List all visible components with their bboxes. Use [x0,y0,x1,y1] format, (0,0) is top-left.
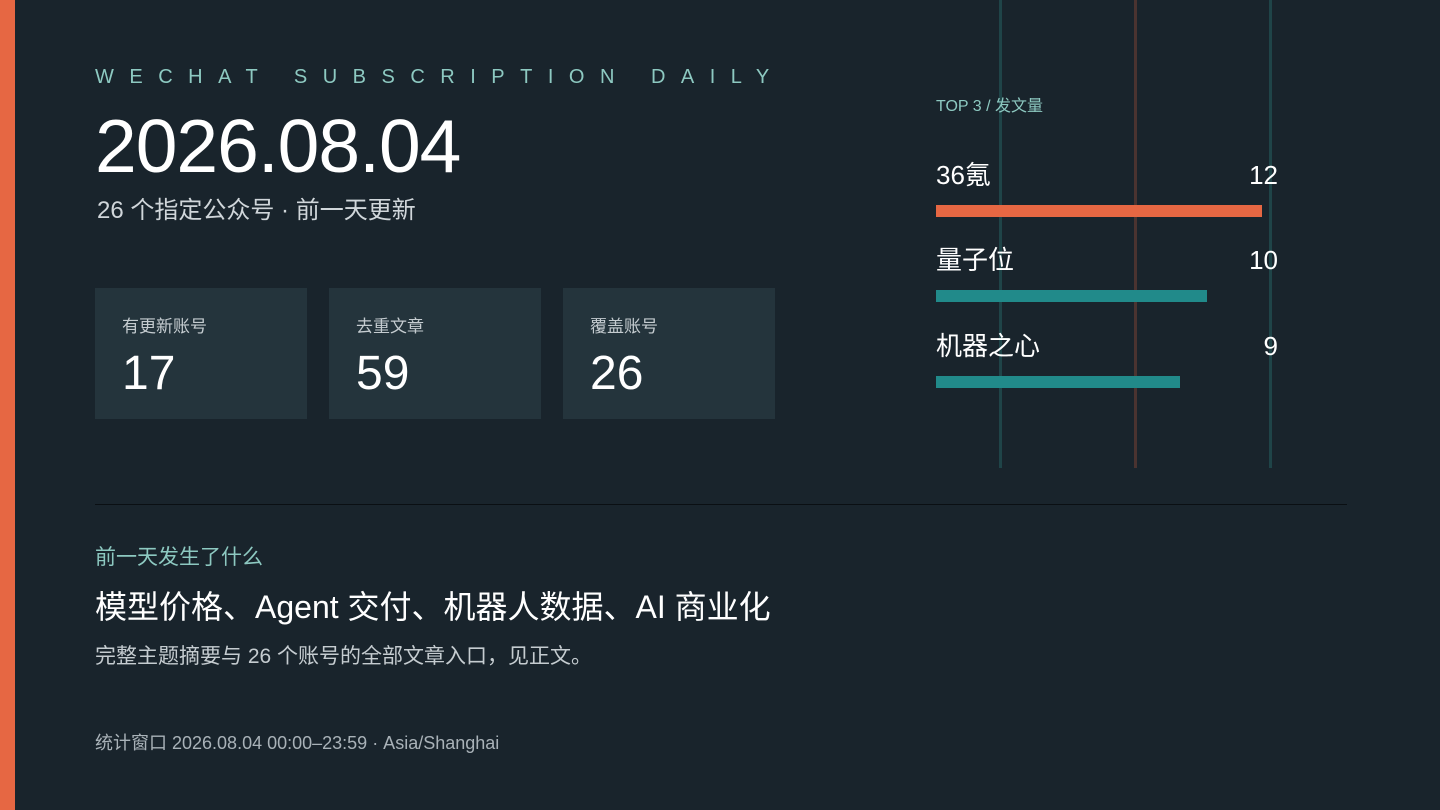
stat-label: 有更新账号 [122,317,207,336]
stat-card-dedup-articles: 去重文章 59 [329,288,541,419]
stats-window-note: 统计窗口 2026.08.04 00:00–23:59 · Asia/Shang… [95,733,500,753]
ranking-grid-line [1269,0,1272,468]
ranking-item-name: 36氪 [936,160,991,190]
ranking-item-name: 机器之心 [936,331,1041,361]
report-date: 2026.08.04 [95,104,461,188]
ranking-item: 量子位 10 [936,243,1278,303]
report-eyebrow: WECHAT SUBSCRIPTION DAILY [95,66,785,88]
report-subtitle: 26 个指定公众号 · 前一天更新 [97,197,416,224]
summary-description: 完整主题摘要与 26 个账号的全部文章入口，见正文。 [95,645,593,668]
daily-report-cover: WECHAT SUBSCRIPTION DAILY 2026.08.04 26 … [0,0,1440,810]
summary-kicker: 前一天发生了什么 [95,546,263,569]
stat-label: 覆盖账号 [590,317,658,336]
ranking-item-bar [936,290,1207,302]
ranking-grid-line [999,0,1002,468]
stat-label: 去重文章 [356,317,424,336]
stat-value: 17 [122,347,176,400]
section-divider [95,504,1347,505]
stat-card-updated-accounts: 有更新账号 17 [95,288,307,419]
ranking-item: 36氪 12 [936,158,1278,218]
stat-card-covered-accounts: 覆盖账号 26 [563,288,775,419]
accent-stripe [0,0,15,810]
summary-headline: 模型价格、Agent 交付、机器人数据、AI 商业化 [95,589,771,625]
ranking-item-count: 10 [1249,245,1278,275]
stat-value: 26 [590,347,644,400]
ranking-title: TOP 3 / 发文量 [936,98,1043,115]
ranking-item: 机器之心 9 [936,329,1278,389]
ranking-item-bar [936,376,1180,388]
ranking-item-name: 量子位 [936,245,1015,275]
ranking-item-bar [936,205,1262,217]
ranking-item-count: 12 [1249,160,1278,190]
ranking-item-count: 9 [1263,331,1278,361]
stat-value: 59 [356,347,410,400]
ranking-grid-line [1134,0,1137,468]
